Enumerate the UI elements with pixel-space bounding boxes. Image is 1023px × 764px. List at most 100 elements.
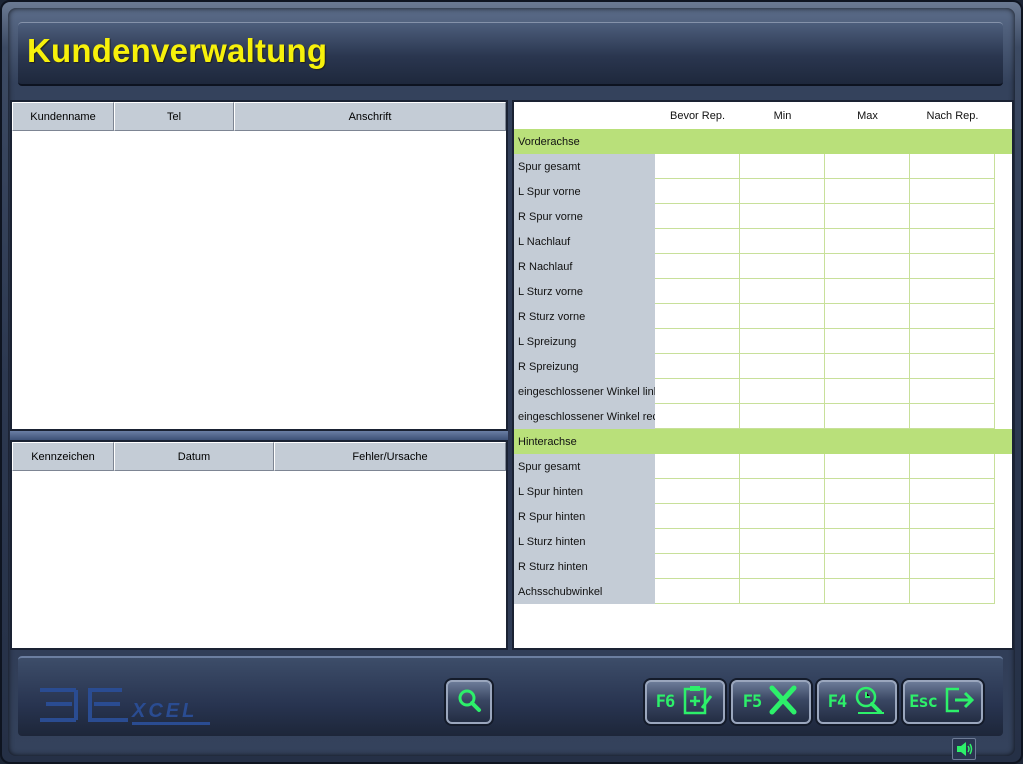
measurement-value-cell[interactable] [910,279,995,304]
measurement-value-cell[interactable] [740,329,825,354]
measurement-value-cell[interactable] [910,304,995,329]
measurement-value-cell[interactable] [740,229,825,254]
logo-text: XCEL [132,700,198,722]
measurement-value-cell[interactable] [740,479,825,504]
measurement-value-cell[interactable] [740,504,825,529]
measurement-value-cell[interactable] [655,579,740,604]
measurement-value-cell[interactable] [655,204,740,229]
measurement-value-cell[interactable] [740,304,825,329]
window-title: Kundenverwaltung [27,32,328,69]
measurement-value-cell[interactable] [655,329,740,354]
measurement-value-cell[interactable] [825,154,910,179]
measurement-value-cell[interactable] [740,179,825,204]
speaker-icon[interactable] [952,738,976,760]
measurement-header-blank [514,102,655,129]
measurement-value-cell[interactable] [825,379,910,404]
measurement-value-cell[interactable] [910,179,995,204]
measurement-value-cell[interactable] [910,204,995,229]
measurement-value-cell[interactable] [740,204,825,229]
measurement-value-cell[interactable] [655,529,740,554]
column-header-tel[interactable]: Tel [114,102,234,131]
measurement-value-cell[interactable] [740,579,825,604]
measurement-value-cell[interactable] [740,379,825,404]
history-search-button[interactable]: F4 [817,680,897,724]
measurement-row-label: L Sturz hinten [514,529,655,554]
measurement-value-cell[interactable] [655,179,740,204]
section-label: Vorderachse [514,129,994,154]
magnifier-icon [455,686,483,719]
measurement-header-row: Bevor Rep. Min Max Nach Rep. [514,102,1012,129]
measurement-value-cell[interactable] [910,504,995,529]
measurement-value-cell[interactable] [825,479,910,504]
measurement-value-cell[interactable] [910,254,995,279]
measurement-value-cell[interactable] [910,404,995,429]
measurement-row-label: L Spur hinten [514,479,655,504]
measurement-value-cell[interactable] [740,254,825,279]
delete-button[interactable]: F5 [731,680,811,724]
exit-button[interactable]: Esc [903,680,983,724]
customer-list[interactable]: Kundenname Tel Anschrift [10,100,508,431]
measurement-row: R Spur vorne [514,204,1012,229]
measurement-value-cell[interactable] [740,154,825,179]
measurement-value-cell[interactable] [825,454,910,479]
measurement-value-cell[interactable] [910,329,995,354]
measurement-value-cell[interactable] [655,304,740,329]
measurement-value-cell[interactable] [910,479,995,504]
measurement-value-cell[interactable] [655,379,740,404]
measurement-row: R Sturz hinten [514,554,1012,579]
column-header-datum[interactable]: Datum [114,442,274,471]
measurement-value-cell[interactable] [655,154,740,179]
measurement-value-cell[interactable] [655,504,740,529]
measurement-value-cell[interactable] [740,279,825,304]
magnify-time-icon [852,684,886,721]
measurement-value-cell[interactable] [910,354,995,379]
measurement-value-cell[interactable] [740,454,825,479]
measurement-row-label: R Sturz hinten [514,554,655,579]
measurement-value-cell[interactable] [825,404,910,429]
measurement-value-cell[interactable] [655,229,740,254]
column-header-kundenname[interactable]: Kundenname [12,102,114,131]
measurement-value-cell[interactable] [910,379,995,404]
measurement-value-cell[interactable] [825,504,910,529]
measurement-value-cell[interactable] [740,404,825,429]
panel-splitter[interactable] [10,431,508,440]
record-list[interactable]: Kennzeichen Datum Fehler/Ursache [10,440,508,650]
measurement-value-cell[interactable] [910,579,995,604]
measurement-value-cell[interactable] [740,529,825,554]
measurement-value-cell[interactable] [825,229,910,254]
measurement-value-cell[interactable] [655,404,740,429]
measurement-value-cell[interactable] [825,179,910,204]
measurement-value-cell[interactable] [825,204,910,229]
measurement-row-label: R Spreizung [514,354,655,379]
measurement-value-cell[interactable] [655,354,740,379]
customer-list-header: Kundenname Tel Anschrift [12,102,506,131]
measurement-value-cell[interactable] [655,479,740,504]
measurement-value-cell[interactable] [825,304,910,329]
column-header-kennzeichen[interactable]: Kennzeichen [12,442,114,471]
measurement-value-cell[interactable] [655,554,740,579]
measurement-value-cell[interactable] [825,279,910,304]
measurement-value-cell[interactable] [655,279,740,304]
measurement-value-cell[interactable] [740,354,825,379]
column-header-anschrift[interactable]: Anschrift [234,102,506,131]
measurement-value-cell[interactable] [825,354,910,379]
measurement-value-cell[interactable] [910,454,995,479]
measurement-value-cell[interactable] [655,254,740,279]
measurement-value-cell[interactable] [910,554,995,579]
measurement-value-cell[interactable] [825,254,910,279]
measurement-value-cell[interactable] [655,454,740,479]
measurement-value-cell[interactable] [825,579,910,604]
measurement-value-cell[interactable] [910,529,995,554]
measurement-value-cell[interactable] [825,529,910,554]
search-button[interactable] [446,680,492,724]
measurement-value-cell[interactable] [910,229,995,254]
measurement-row-label: L Sturz vorne [514,279,655,304]
measurement-row-label: L Nachlauf [514,229,655,254]
measurement-value-cell[interactable] [740,554,825,579]
column-header-fehler-ursache[interactable]: Fehler/Ursache [274,442,506,471]
measurement-table-panel: Bevor Rep. Min Max Nach Rep. Vorderachse… [512,100,1014,650]
measurement-value-cell[interactable] [825,554,910,579]
measurement-value-cell[interactable] [910,154,995,179]
new-entry-button[interactable]: F6 [645,680,725,724]
measurement-value-cell[interactable] [825,329,910,354]
